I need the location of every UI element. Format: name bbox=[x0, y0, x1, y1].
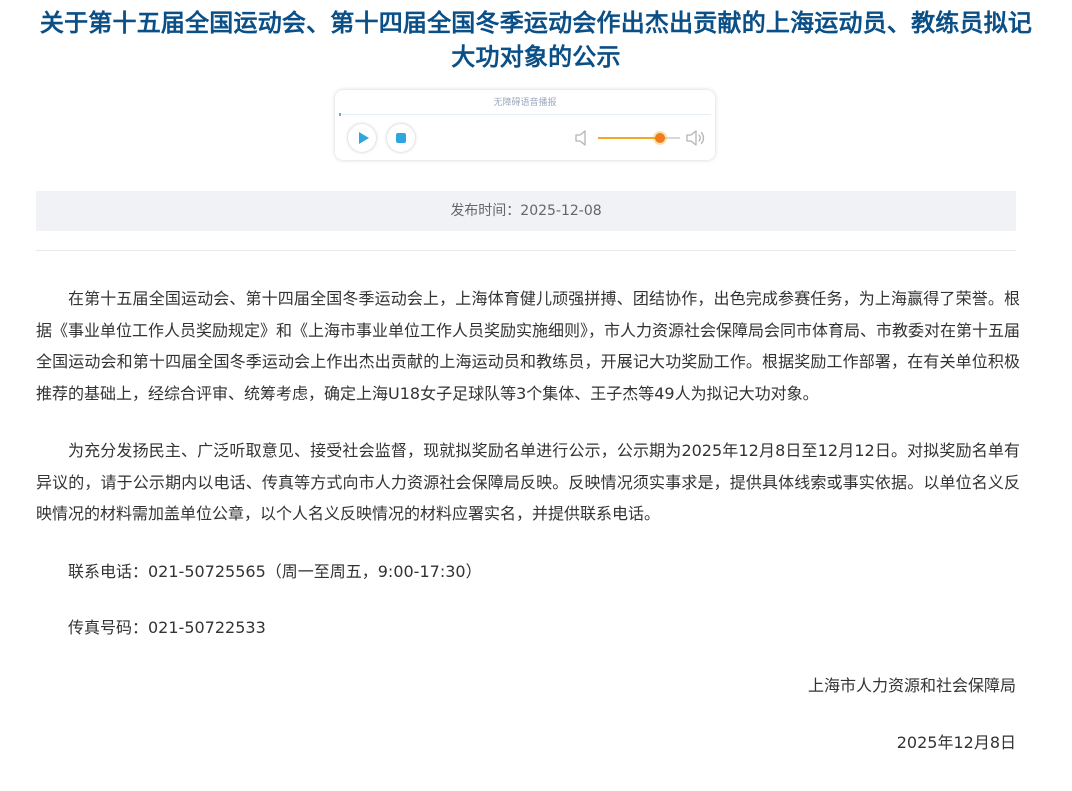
audio-player-label: 无障碍语音播报 bbox=[493, 98, 557, 108]
page-title: 关于第十五届全国运动会、第十四届全国冬季运动会作出杰出贡献的上海运动员、教练员拟… bbox=[39, 9, 1033, 71]
volume-slider-handle[interactable] bbox=[654, 133, 665, 143]
volume-high-icon[interactable] bbox=[685, 129, 707, 147]
article-body: 在第十五届全国运动会、第十四届全国冬季运动会上，上海体育健儿顽强拼搏、团结协作，… bbox=[36, 283, 1020, 669]
contact-fax: 传真号码：021-50722533 bbox=[68, 618, 266, 637]
stop-button[interactable] bbox=[387, 124, 415, 152]
audio-player: 无障碍语音播报 bbox=[335, 90, 715, 160]
play-icon bbox=[359, 132, 369, 144]
volume-slider[interactable] bbox=[598, 133, 680, 143]
volume-low-icon[interactable] bbox=[573, 129, 595, 147]
contact-phone: 联系电话：021-50725565（周一至周五，9:00-17:30） bbox=[68, 561, 482, 581]
publish-date-bar: 发布时间：2025-12-08 bbox=[36, 191, 1016, 231]
paragraph-intro: 在第十五届全国运动会、第十四届全国冬季运动会上，上海体育健儿顽强拼搏、团结协作，… bbox=[36, 289, 1021, 403]
playback-progress-marker bbox=[339, 113, 341, 116]
signature-date: 2025年12月8日 bbox=[896, 733, 1016, 752]
signature-organization: 上海市人力资源和社会保障局 bbox=[807, 676, 1016, 695]
divider bbox=[36, 250, 1016, 251]
article-page: 关于第十五届全国运动会、第十四届全国冬季运动会作出杰出贡献的上海运动员、教练员拟… bbox=[0, 0, 1072, 791]
stop-icon bbox=[396, 133, 406, 143]
publish-date: 发布时间：2025-12-08 bbox=[450, 203, 602, 219]
volume-slider-fill bbox=[598, 137, 660, 139]
playback-progress-bar[interactable] bbox=[339, 113, 711, 116]
play-button[interactable] bbox=[348, 124, 376, 152]
paragraph-notice: 为充分发扬民主、广泛听取意见、接受社会监督，现就拟奖励名单进行公示，公示期为20… bbox=[36, 441, 1020, 523]
